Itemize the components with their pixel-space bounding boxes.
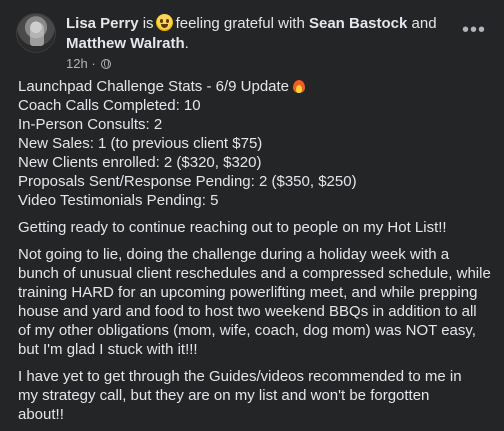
stats-title: Launchpad Challenge Stats - 6/9 Update — [18, 78, 290, 95]
paragraph-line: but I'm glad I stuck with it!!! — [18, 341, 198, 358]
timestamp[interactable]: 12h — [66, 56, 88, 71]
stat-line: In-Person Consults: 2 — [18, 116, 163, 133]
post-author-line: Lisa Perry is feeling grateful with Sean … — [66, 14, 446, 54]
paragraph-line: I have yet to get through the Guides/vid… — [18, 368, 462, 385]
stat-line: New Sales: 1 (to previous client $75) — [18, 135, 263, 152]
post-body: Launchpad Challenge Stats - 6/9 Update C… — [18, 77, 491, 431]
stat-line: Proposals Sent/Response Pending: 2 ($350… — [18, 173, 357, 190]
stat-line: Coach Calls Completed: 10 — [18, 97, 201, 114]
is-word: is — [142, 15, 154, 32]
stat-line: New Clients enrolled: 2 ($320, $320) — [18, 154, 262, 171]
paragraph-line: of my other obligations (mom, wife, coac… — [18, 322, 476, 339]
paragraph-line: about!! — [18, 406, 64, 423]
more-options-icon[interactable]: ••• — [456, 20, 492, 43]
paragraph-line: Getting ready to continue reaching out t… — [18, 219, 447, 236]
fire-icon — [293, 78, 306, 93]
grateful-emoji-icon — [155, 14, 173, 31]
globe-icon[interactable] — [101, 59, 112, 69]
paragraph-line: training HARD for an upcoming powerlifti… — [18, 284, 478, 301]
post-meta: 12h · — [66, 56, 112, 72]
and-word: and — [411, 15, 437, 32]
post-header: Lisa Perry is feeling grateful with Sean … — [16, 13, 492, 72]
paragraph-line: Not going to lie, doing the challenge du… — [18, 246, 450, 263]
tagged-person-1[interactable]: Sean Bastock — [309, 15, 407, 32]
tagged-person-2[interactable]: Matthew Walrath — [66, 35, 185, 52]
post-card: Lisa Perry is feeling grateful with Sean … — [0, 0, 504, 431]
stats-title-line: Launchpad Challenge Stats - 6/9 Update — [18, 77, 488, 96]
avatar[interactable] — [16, 13, 56, 53]
feeling-text: feeling grateful with — [175, 15, 305, 32]
avatar-figure — [30, 22, 44, 46]
paragraph-guides: I have yet to get through the Guides/vid… — [18, 367, 488, 424]
author-name[interactable]: Lisa Perry — [66, 15, 139, 32]
period: . — [184, 35, 189, 52]
stat-line: Video Testimonials Pending: 5 — [18, 192, 219, 209]
paragraph-line: my strategy call, but they are on my lis… — [18, 387, 430, 404]
stats-block: Launchpad Challenge Stats - 6/9 Update C… — [18, 77, 488, 210]
paragraph-line: house and yard and food to host two week… — [18, 303, 477, 320]
paragraph-hot-list: Getting ready to continue reaching out t… — [18, 218, 488, 237]
meta-dot: · — [91, 56, 96, 71]
paragraph-line: bunch of unusual client reschedules and … — [18, 265, 491, 282]
paragraph-challenge: Not going to lie, doing the challenge du… — [18, 245, 491, 359]
